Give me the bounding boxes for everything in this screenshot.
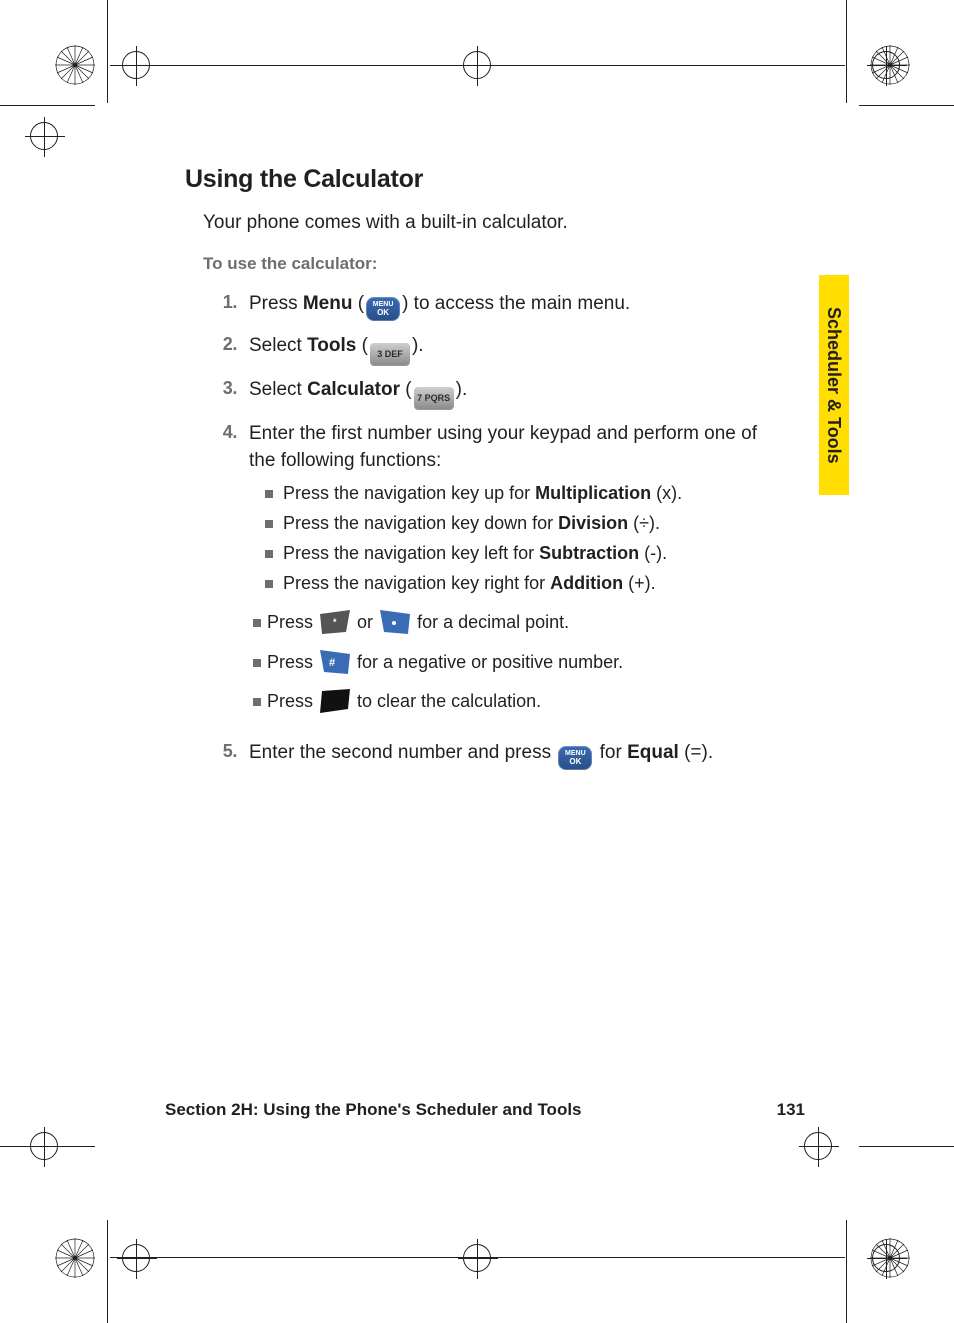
back-key-icon (320, 689, 350, 713)
crop-mark (859, 105, 954, 106)
step-bold: Calculator (307, 379, 400, 400)
step: 3. Select Calculator (7 PQRS). (203, 377, 775, 409)
starburst-icon (55, 45, 95, 85)
step-text: ). (412, 335, 424, 356)
section-tab: Scheduler & Tools (819, 275, 849, 495)
crop-mark (107, 0, 108, 103)
sub-list: Press the navigation key up for Multipli… (249, 481, 775, 597)
menu-ok-key-icon: MENUOK (366, 297, 400, 321)
step-text: Enter the first number using your keypad… (249, 423, 757, 471)
list-item: Press the navigation key up for Multipli… (283, 481, 775, 506)
page-footer: Section 2H: Using the Phone's Scheduler … (165, 1101, 805, 1118)
step-number: 5. (203, 740, 249, 770)
intro-paragraph: Your phone comes with a built-in calcula… (203, 210, 775, 236)
content-area: Using the Calculator Your phone comes wi… (185, 165, 775, 782)
dot-key-icon (380, 610, 410, 634)
crop-mark (0, 105, 95, 106)
step-bold: Tools (307, 335, 356, 356)
step: 5. Enter the second number and press MEN… (203, 740, 775, 770)
step-body: Select Calculator (7 PQRS). (249, 377, 775, 409)
hash-key-icon: # (320, 650, 350, 674)
step-text: Press (249, 293, 303, 314)
step-text: Enter the second number and press (249, 742, 556, 763)
registration-mark-icon (30, 122, 58, 150)
step-text: ( (400, 379, 412, 400)
step-body: Enter the first number using your keypad… (249, 421, 775, 728)
page: Scheduler & Tools Using the Calculator Y… (0, 0, 954, 1323)
crop-mark (859, 1146, 954, 1147)
svg-text:*: * (333, 617, 337, 627)
step-text: Select (249, 379, 307, 400)
page-title: Using the Calculator (185, 165, 775, 194)
list-item: Press the navigation key left for Subtra… (283, 541, 775, 566)
step-bold: Equal (627, 742, 679, 763)
three-key-icon: 3 DEF (370, 343, 410, 365)
step: 4. Enter the first number using your key… (203, 421, 775, 728)
step-text: ( (356, 335, 368, 356)
registration-mark-icon (122, 1244, 150, 1272)
page-number: 131 (777, 1101, 805, 1118)
starburst-icon (870, 45, 910, 85)
step-text: (=). (679, 742, 713, 763)
registration-mark-icon (30, 1132, 58, 1160)
step-list: 1. Press Menu (MENUOK) to access the mai… (203, 291, 775, 770)
registration-mark-icon (463, 1244, 491, 1272)
starburst-icon (55, 1238, 95, 1278)
registration-mark-icon (122, 51, 150, 79)
list-item: Press # for a negative or positive numbe… (267, 650, 775, 675)
crop-mark (846, 0, 847, 103)
svg-text:#: # (329, 657, 335, 669)
seven-key-icon: 7 PQRS (414, 387, 454, 409)
star-key-icon: * (320, 610, 350, 634)
step-number: 2. (203, 333, 249, 365)
step-body: Select Tools (3 DEF). (249, 333, 775, 365)
procedure-subhead: To use the calculator: (203, 253, 775, 275)
step-text: Select (249, 335, 307, 356)
starburst-icon (870, 1238, 910, 1278)
step: 1. Press Menu (MENUOK) to access the mai… (203, 291, 775, 321)
step-number: 3. (203, 377, 249, 409)
sub-list: Press * or for a decimal point. Press # … (249, 610, 775, 714)
step-body: Enter the second number and press MENUOK… (249, 740, 775, 770)
list-item: Press the navigation key right for Addit… (283, 571, 775, 596)
list-item: Press to clear the calculation. (267, 689, 775, 714)
menu-ok-key-icon: MENUOK (558, 746, 592, 770)
step-text: ( (352, 293, 364, 314)
step-text: for (594, 742, 627, 763)
step-bold: Menu (303, 293, 353, 314)
step: 2. Select Tools (3 DEF). (203, 333, 775, 365)
section-label: Section 2H: Using the Phone's Scheduler … (165, 1101, 582, 1118)
step-number: 4. (203, 421, 249, 728)
step-text: ) to access the main menu. (402, 293, 630, 314)
list-item: Press the navigation key down for Divisi… (283, 511, 775, 536)
step-number: 1. (203, 291, 249, 321)
registration-mark-icon (804, 1132, 832, 1160)
list-item: Press * or for a decimal point. (267, 610, 775, 635)
crop-mark (846, 1220, 847, 1323)
crop-mark (107, 1220, 108, 1323)
step-body: Press Menu (MENUOK) to access the main m… (249, 291, 775, 321)
registration-mark-icon (463, 51, 491, 79)
step-text: ). (456, 379, 468, 400)
